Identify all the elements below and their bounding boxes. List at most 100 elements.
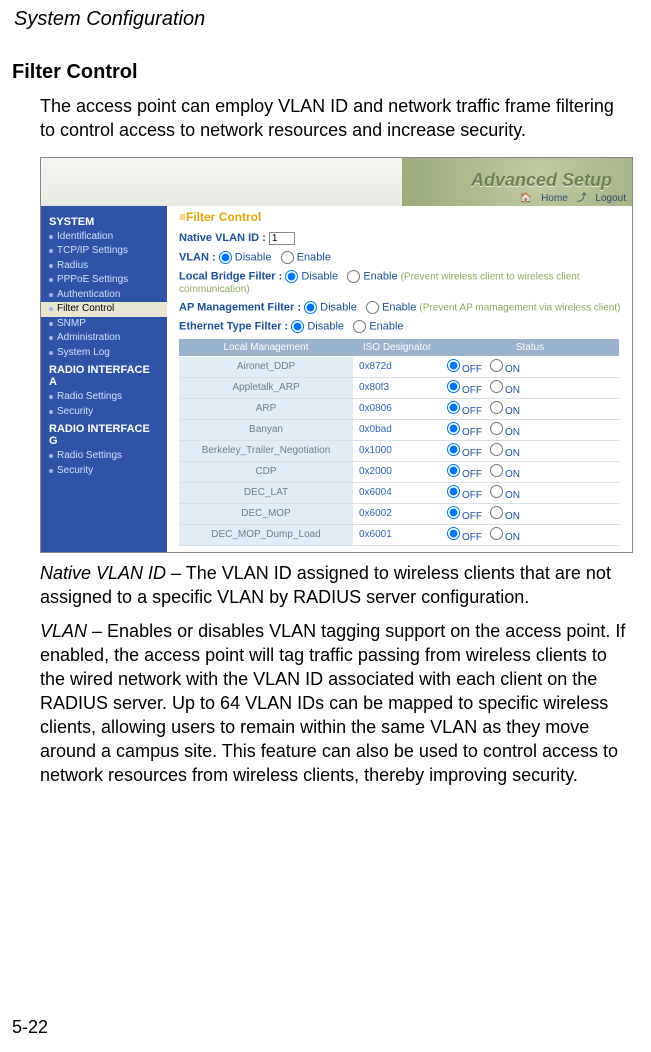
ap-mgmt-disable-radio[interactable] <box>304 301 317 314</box>
config-screenshot: Advanced Setup 🏠 Home ⤴ Logout SYSTEM Id… <box>40 157 633 553</box>
eth-type-row: Ethernet Type Filter : Disable Enable <box>179 320 624 333</box>
content-pane: Filter Control Native VLAN ID : VLAN : D… <box>167 206 632 552</box>
native-vlan-row: Native VLAN ID : <box>179 232 624 245</box>
status-off-radio[interactable] <box>447 359 460 372</box>
proto-iso: 0x80f3 <box>353 377 441 398</box>
vlan-label: VLAN : <box>179 251 216 263</box>
sidebar-item-radio-g-security[interactable]: Security <box>41 464 167 479</box>
table-row: Appletalk_ARP0x80f3OFFON <box>179 377 619 398</box>
sidebar-item-pppoe[interactable]: PPPoE Settings <box>41 273 167 288</box>
vlan-enable-radio[interactable] <box>281 251 294 264</box>
proto-name: Banyan <box>179 419 353 440</box>
table-row: Berkeley_Trailer_Negotiation0x1000OFFON <box>179 440 619 461</box>
sidebar-group-radio-g: RADIO INTERFACE G <box>41 419 167 449</box>
proto-iso: 0x6002 <box>353 503 441 524</box>
proto-name: DEC_LAT <box>179 482 353 503</box>
status-off-radio[interactable] <box>447 485 460 498</box>
proto-name: CDP <box>179 461 353 482</box>
sidebar-item-radio-g-settings[interactable]: Radio Settings <box>41 449 167 464</box>
native-vlan-label: Native VLAN ID : <box>179 232 266 244</box>
table-row: DEC_LAT0x6004OFFON <box>179 482 619 503</box>
proto-iso: 0x6004 <box>353 482 441 503</box>
sidebar-item-admin[interactable]: Administration <box>41 331 167 346</box>
proto-iso: 0x0806 <box>353 398 441 419</box>
table-row: DEC_MOP_Dump_Load0x6001OFFON <box>179 524 619 545</box>
proto-name: Berkeley_Trailer_Negotiation <box>179 440 353 461</box>
proto-iso: 0x6001 <box>353 524 441 545</box>
proto-iso: 0x1000 <box>353 440 441 461</box>
status-off-radio[interactable] <box>447 380 460 393</box>
protocol-table: Local Management ISO Designator Status A… <box>179 339 619 546</box>
status-on-radio[interactable] <box>490 359 503 372</box>
proto-iso: 0x2000 <box>353 461 441 482</box>
sidebar-item-snmp[interactable]: SNMP <box>41 317 167 332</box>
proto-name: DEC_MOP <box>179 503 353 524</box>
sidebar-item-auth[interactable]: Authentication <box>41 288 167 303</box>
table-row: Aironet_DDP0x872dOFFON <box>179 356 619 377</box>
status-off-radio[interactable] <box>447 401 460 414</box>
status-on-radio[interactable] <box>490 380 503 393</box>
sidebar-group-system: SYSTEM <box>41 212 167 230</box>
chapter-title: System Configuration <box>14 8 633 31</box>
local-bridge-row: Local Bridge Filter : Disable Enable (Pr… <box>179 270 624 295</box>
logout-link[interactable]: ⤴ Logout <box>577 193 626 204</box>
intro-paragraph: The access point can employ VLAN ID and … <box>40 94 633 143</box>
status-on-radio[interactable] <box>490 506 503 519</box>
local-bridge-enable-radio[interactable] <box>347 270 360 283</box>
term-vlan: VLAN <box>40 621 87 641</box>
ap-mgmt-label: AP Management Filter : <box>179 301 301 313</box>
status-on-radio[interactable] <box>490 443 503 456</box>
sidebar-item-radio-a-security[interactable]: Security <box>41 405 167 420</box>
proto-name: Appletalk_ARP <box>179 377 353 398</box>
table-row: ARP0x0806OFFON <box>179 398 619 419</box>
vlan-row: VLAN : Disable Enable <box>179 251 624 264</box>
page-number: 5-22 <box>12 1017 48 1038</box>
eth-type-disable-radio[interactable] <box>291 320 304 333</box>
sidebar-item-filter-control[interactable]: Filter Control <box>41 302 167 317</box>
local-bridge-label: Local Bridge Filter : <box>179 270 282 282</box>
ap-mgmt-enable-radio[interactable] <box>366 301 379 314</box>
sidebar-item-identification[interactable]: Identification <box>41 230 167 245</box>
sidebar-item-syslog[interactable]: System Log <box>41 346 167 361</box>
th-local-mgmt: Local Management <box>179 339 353 357</box>
local-bridge-disable-radio[interactable] <box>285 270 298 283</box>
eth-type-enable-radio[interactable] <box>353 320 366 333</box>
ap-mgmt-hint: (Prevent AP mamagement via wireless clie… <box>419 302 620 313</box>
ap-mgmt-row: AP Management Filter : Disable Enable (P… <box>179 301 624 314</box>
sidebar: SYSTEM Identification TCP/IP Settings Ra… <box>41 206 167 552</box>
proto-name: ARP <box>179 398 353 419</box>
status-on-radio[interactable] <box>490 464 503 477</box>
status-on-radio[interactable] <box>490 485 503 498</box>
definition-vlan: VLAN – Enables or disables VLAN tagging … <box>40 619 633 788</box>
status-on-radio[interactable] <box>490 422 503 435</box>
table-row: Banyan0x0badOFFON <box>179 419 619 440</box>
eth-type-label: Ethernet Type Filter : <box>179 320 288 332</box>
proto-iso: 0x872d <box>353 356 441 377</box>
home-link[interactable]: 🏠 Home <box>520 193 568 204</box>
status-off-radio[interactable] <box>447 422 460 435</box>
proto-name: Aironet_DDP <box>179 356 353 377</box>
table-row: CDP0x2000OFFON <box>179 461 619 482</box>
proto-iso: 0x0bad <box>353 419 441 440</box>
table-row: DEC_MOP0x6002OFFON <box>179 503 619 524</box>
status-off-radio[interactable] <box>447 527 460 540</box>
status-off-radio[interactable] <box>447 506 460 519</box>
status-on-radio[interactable] <box>490 401 503 414</box>
section-title: Filter Control <box>12 61 633 84</box>
th-iso: ISO Designator <box>353 339 441 357</box>
proto-name: DEC_MOP_Dump_Load <box>179 524 353 545</box>
status-off-radio[interactable] <box>447 443 460 456</box>
status-on-radio[interactable] <box>490 527 503 540</box>
status-off-radio[interactable] <box>447 464 460 477</box>
sidebar-group-radio-a: RADIO INTERFACE A <box>41 360 167 390</box>
sidebar-item-tcpip[interactable]: TCP/IP Settings <box>41 244 167 259</box>
th-status: Status <box>441 339 619 357</box>
sidebar-item-radio-a-settings[interactable]: Radio Settings <box>41 390 167 405</box>
term-native-vlan: Native VLAN ID <box>40 563 166 583</box>
panel-title: Filter Control <box>179 210 624 224</box>
advanced-setup-label: Advanced Setup <box>471 170 612 191</box>
sidebar-item-radius[interactable]: Radius <box>41 259 167 274</box>
native-vlan-input[interactable] <box>269 232 295 245</box>
vlan-disable-radio[interactable] <box>219 251 232 264</box>
definition-native-vlan: Native VLAN ID – The VLAN ID assigned to… <box>40 561 633 609</box>
